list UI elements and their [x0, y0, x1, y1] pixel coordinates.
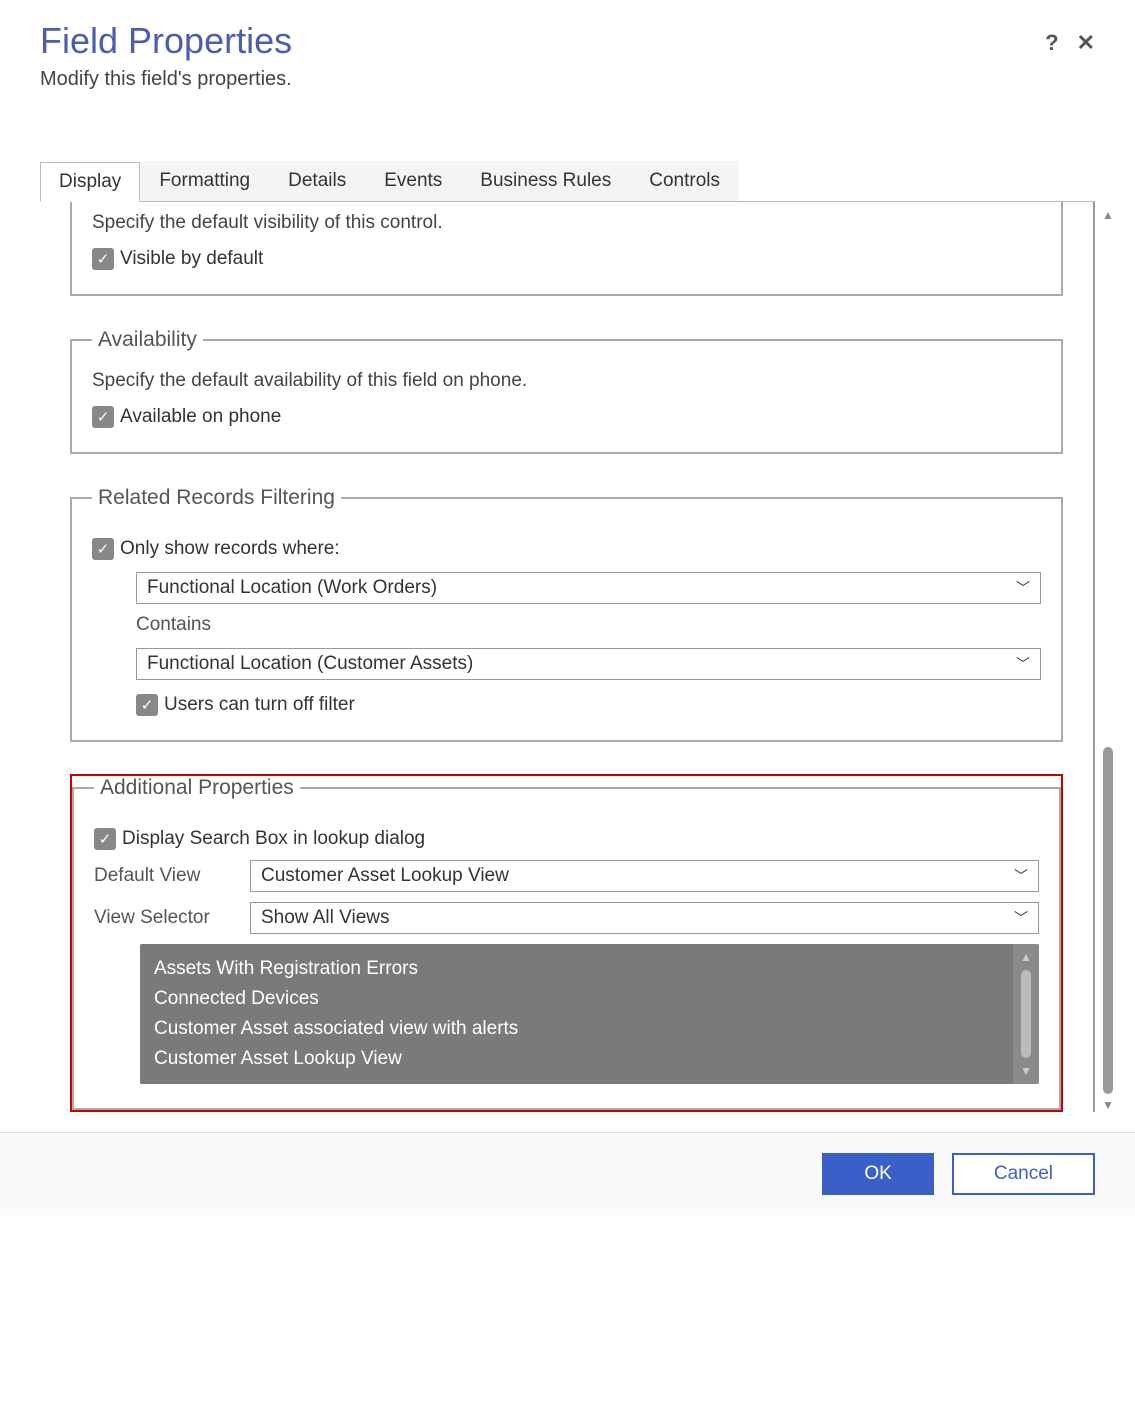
help-icon[interactable]: ? [1045, 30, 1058, 56]
tab-strip: Display Formatting Details Events Busine… [40, 161, 1095, 202]
scroll-track[interactable] [1103, 226, 1113, 1094]
views-listbox-items: Assets With Registration Errors Connecte… [140, 944, 1013, 1084]
filter-related-select[interactable]: Functional Location (Customer Assets) ﹀ [136, 648, 1041, 680]
default-view-select[interactable]: Customer Asset Lookup View ﹀ [250, 860, 1039, 892]
view-selector-row: View Selector Show All Views ﹀ [94, 902, 1039, 934]
turn-off-filter-row: ✓ Users can turn off filter [136, 694, 1041, 716]
tab-display[interactable]: Display [40, 162, 140, 202]
additional-properties-legend: Additional Properties [94, 776, 300, 800]
chevron-down-icon: ﹀ [1016, 654, 1030, 674]
availability-section: Availability Specify the default availab… [70, 328, 1063, 454]
list-item[interactable]: Customer Asset associated view with aler… [154, 1014, 999, 1044]
scroll-down-icon[interactable]: ▼ [1102, 1098, 1114, 1112]
views-listbox[interactable]: Assets With Registration Errors Connecte… [140, 944, 1039, 1084]
chevron-down-icon: ﹀ [1014, 908, 1028, 928]
only-show-records-label: Only show records where: [120, 538, 340, 560]
default-view-value: Customer Asset Lookup View [261, 865, 509, 887]
dialog-footer: OK Cancel [0, 1132, 1135, 1215]
default-view-label: Default View [94, 865, 250, 887]
display-search-box-label: Display Search Box in lookup dialog [122, 828, 425, 850]
visibility-instruction: Specify the default visibility of this c… [92, 212, 1041, 234]
visible-by-default-row: ✓ Visible by default [92, 248, 1041, 270]
chevron-down-icon: ﹀ [1016, 578, 1030, 598]
related-records-filtering-section: Related Records Filtering ✓ Only show re… [70, 486, 1063, 742]
field-properties-dialog: Field Properties Modify this field's pro… [0, 0, 1135, 1215]
available-on-phone-checkbox[interactable]: ✓ [92, 406, 114, 428]
list-item[interactable]: Connected Devices [154, 984, 999, 1014]
additional-properties-section: Additional Properties ✓ Display Search B… [72, 776, 1061, 1110]
display-search-box-checkbox[interactable]: ✓ [94, 828, 116, 850]
scroll-area: Specify the default visibility of this c… [40, 202, 1093, 1112]
availability-instruction: Specify the default availability of this… [92, 370, 1041, 392]
chevron-down-icon: ﹀ [1014, 866, 1028, 886]
view-selector-select[interactable]: Show All Views ﹀ [250, 902, 1039, 934]
only-show-records-row: ✓ Only show records where: [92, 538, 1041, 560]
available-on-phone-row: ✓ Available on phone [92, 406, 1041, 428]
filter-entity-select[interactable]: Functional Location (Work Orders) ﹀ [136, 572, 1041, 604]
available-on-phone-label: Available on phone [120, 406, 281, 428]
related-filtering-legend: Related Records Filtering [92, 486, 341, 510]
scroll-thumb[interactable] [1021, 970, 1031, 1058]
visible-by-default-label: Visible by default [120, 248, 263, 270]
visible-by-default-checkbox[interactable]: ✓ [92, 248, 114, 270]
content-area: Display Formatting Details Events Busine… [0, 101, 1135, 1112]
filter-related-value: Functional Location (Customer Assets) [147, 653, 473, 675]
tab-controls[interactable]: Controls [630, 161, 739, 201]
display-search-box-row: ✓ Display Search Box in lookup dialog [94, 828, 1039, 850]
turn-off-filter-checkbox[interactable]: ✓ [136, 694, 158, 716]
scroll-up-icon[interactable]: ▲ [1020, 950, 1032, 964]
tab-formatting[interactable]: Formatting [140, 161, 269, 201]
scroll-thumb[interactable] [1103, 747, 1113, 1094]
cancel-button[interactable]: Cancel [952, 1153, 1095, 1195]
dialog-subtitle: Modify this field's properties. [40, 68, 1095, 91]
availability-legend: Availability [92, 328, 203, 352]
close-icon[interactable]: ✕ [1077, 30, 1095, 56]
dialog-title: Field Properties [40, 20, 1095, 62]
view-selector-label: View Selector [94, 907, 250, 929]
visibility-section: Specify the default visibility of this c… [70, 202, 1063, 296]
scroll-up-icon[interactable]: ▲ [1102, 208, 1114, 222]
dialog-header: Field Properties Modify this field's pro… [0, 0, 1135, 101]
contains-label: Contains [136, 614, 1041, 636]
view-selector-value: Show All Views [261, 907, 390, 929]
list-item[interactable]: Assets With Registration Errors [154, 954, 999, 984]
only-show-records-checkbox[interactable]: ✓ [92, 538, 114, 560]
ok-button[interactable]: OK [822, 1153, 933, 1195]
additional-properties-highlight: Additional Properties ✓ Display Search B… [70, 774, 1063, 1112]
panel-scrollbar[interactable]: ▲ ▼ [1099, 208, 1117, 1112]
list-item[interactable]: Customer Asset Lookup View [154, 1044, 999, 1074]
tab-events[interactable]: Events [365, 161, 461, 201]
tab-details[interactable]: Details [269, 161, 365, 201]
tab-business-rules[interactable]: Business Rules [461, 161, 630, 201]
scroll-down-icon[interactable]: ▼ [1020, 1064, 1032, 1078]
filter-entity-value: Functional Location (Work Orders) [147, 577, 437, 599]
default-view-row: Default View Customer Asset Lookup View … [94, 860, 1039, 892]
turn-off-filter-label: Users can turn off filter [164, 694, 355, 716]
tab-panel: Specify the default visibility of this c… [40, 202, 1095, 1112]
header-icons: ? ✕ [1045, 30, 1095, 56]
listbox-scrollbar[interactable]: ▲ ▼ [1013, 944, 1039, 1084]
